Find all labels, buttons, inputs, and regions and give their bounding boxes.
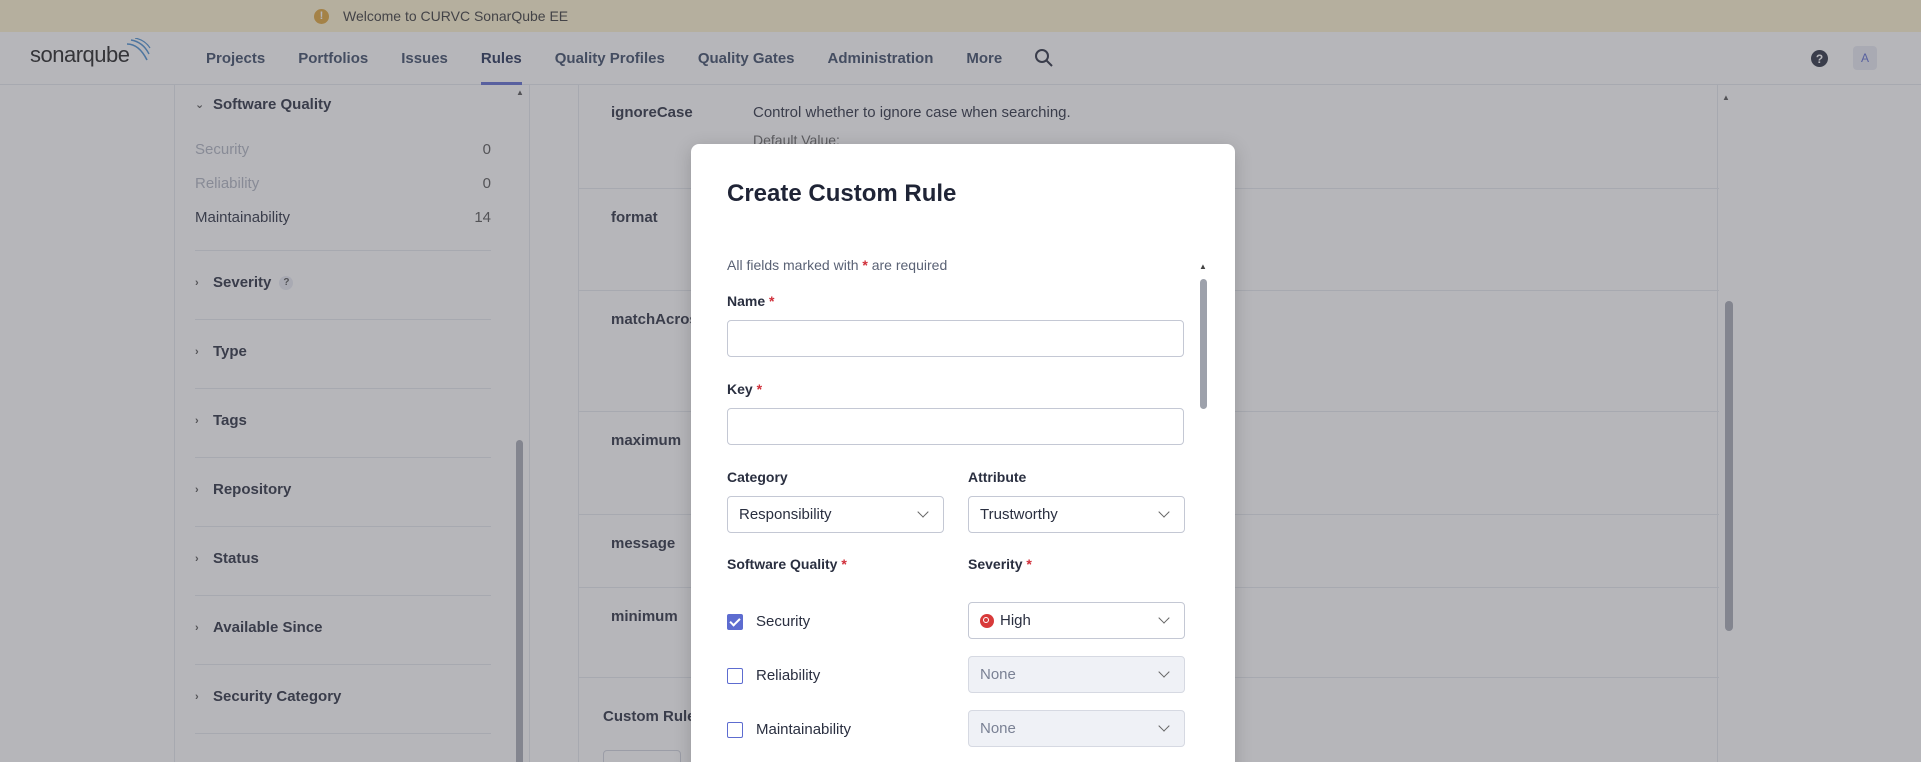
label-text: Software Quality bbox=[727, 556, 838, 572]
chevron-down-icon bbox=[1158, 612, 1170, 624]
category-label: Category bbox=[727, 469, 788, 485]
quality-maintainability-row[interactable]: Maintainability bbox=[727, 721, 851, 738]
select-value: High bbox=[1000, 612, 1031, 629]
label-text: Name bbox=[727, 293, 766, 309]
attribute-select[interactable]: Trustworthy bbox=[968, 496, 1185, 533]
checkbox-label: Maintainability bbox=[756, 721, 852, 738]
chevron-down-icon bbox=[1158, 666, 1170, 678]
software-quality-label: Software Quality * bbox=[727, 556, 847, 572]
modal-title: Create Custom Rule bbox=[727, 180, 957, 207]
required-star: * bbox=[862, 257, 868, 273]
quality-security-row[interactable]: Security bbox=[727, 613, 810, 630]
maintainability-checkbox[interactable] bbox=[727, 721, 743, 738]
required-star: * bbox=[841, 556, 847, 572]
select-value: None bbox=[980, 720, 1016, 737]
reliability-checkbox[interactable] bbox=[727, 667, 743, 684]
name-label: Name * bbox=[727, 293, 774, 309]
checkbox-label: Reliability bbox=[756, 667, 821, 684]
required-star: * bbox=[756, 381, 763, 397]
maintainability-severity-select[interactable]: None bbox=[968, 710, 1185, 747]
label-text: Severity bbox=[968, 556, 1023, 572]
note-text: All fields marked with bbox=[727, 257, 859, 273]
select-value: Trustworthy bbox=[980, 506, 1058, 523]
checkbox-label: Security bbox=[756, 613, 811, 630]
chevron-down-icon bbox=[917, 506, 929, 518]
reliability-severity-select[interactable]: None bbox=[968, 656, 1185, 693]
security-severity-select[interactable]: High bbox=[968, 602, 1185, 639]
attribute-label: Attribute bbox=[968, 469, 1027, 485]
severity-label: Severity * bbox=[968, 556, 1032, 572]
required-star: * bbox=[1026, 556, 1032, 572]
quality-reliability-row[interactable]: Reliability bbox=[727, 667, 820, 684]
select-value: Responsibility bbox=[739, 506, 832, 523]
chevron-down-icon bbox=[1158, 720, 1170, 732]
select-value: None bbox=[980, 666, 1016, 683]
note-text: are required bbox=[871, 257, 948, 273]
category-select[interactable]: Responsibility bbox=[727, 496, 944, 533]
scroll-up-icon[interactable]: ▲ bbox=[1199, 262, 1207, 271]
label-text: Key bbox=[727, 381, 753, 397]
required-star: * bbox=[769, 293, 775, 309]
security-checkbox[interactable] bbox=[727, 613, 743, 630]
key-label: Key * bbox=[727, 381, 762, 397]
create-custom-rule-modal: Create Custom Rule All fields marked wit… bbox=[691, 144, 1235, 762]
chevron-down-icon bbox=[1158, 506, 1170, 518]
name-input[interactable] bbox=[727, 320, 1184, 357]
high-severity-icon bbox=[980, 613, 994, 628]
key-input[interactable] bbox=[727, 408, 1184, 445]
required-fields-note: All fields marked with * are required bbox=[727, 257, 947, 273]
modal-scrollbar-thumb[interactable] bbox=[1200, 279, 1207, 409]
